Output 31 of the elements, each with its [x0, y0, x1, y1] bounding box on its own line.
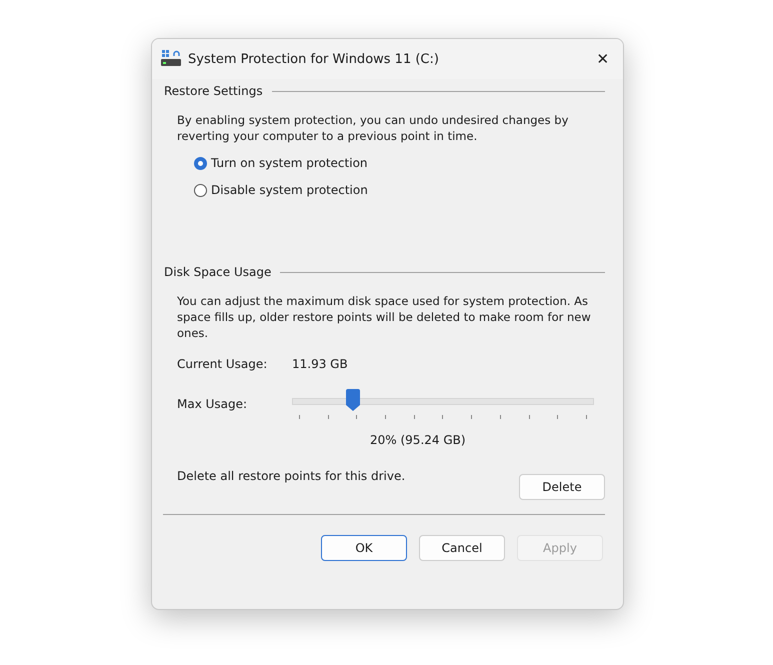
field-label: Current Usage:	[177, 357, 268, 371]
tick-mark	[356, 415, 358, 419]
tick-mark	[414, 415, 415, 419]
radio-button[interactable]	[194, 156, 207, 170]
delete-button[interactable]: Delete	[519, 474, 605, 500]
section-heading: Disk Space Usage	[164, 265, 272, 279]
section-heading: Restore Settings	[164, 84, 263, 98]
delete-text: Delete all restore points for this drive.	[177, 469, 406, 483]
dialog-button[interactable]: Cancel	[419, 535, 505, 561]
radio-label[interactable]: Turn on system protection	[211, 156, 368, 170]
tick-mark	[385, 415, 386, 419]
tick-mark	[471, 415, 472, 419]
field-label: Max Usage:	[177, 397, 248, 411]
tick-mark	[528, 415, 530, 419]
description-text: By enabling system protection, you can undo undesired changes by reverting your computer to a previous point in time.	[177, 112, 570, 144]
field-value: 11.93 GB	[292, 357, 348, 371]
dialog-button[interactable]: OK	[321, 535, 407, 561]
tick-mark	[442, 415, 444, 419]
tick-mark	[328, 415, 329, 419]
tick-mark	[586, 415, 587, 419]
slider-thumb[interactable]	[346, 389, 360, 411]
drive-shield-icon	[161, 50, 181, 68]
description-text: You can adjust the maximum disk space used for system protection. As space fills up, older restore points will be deleted to make room for new ones.	[177, 293, 592, 341]
tick-mark	[500, 415, 501, 419]
tick-mark	[299, 415, 300, 419]
window-title: System Protection for Windows 11 (C:)	[188, 52, 440, 66]
close-button[interactable]: ✕	[583, 39, 623, 79]
radio-button[interactable]	[194, 184, 207, 196]
tick-mark	[557, 415, 558, 419]
slider-reading: 20% (95.24 GB)	[370, 433, 467, 447]
radio-label[interactable]: Disable system protection	[211, 183, 368, 197]
